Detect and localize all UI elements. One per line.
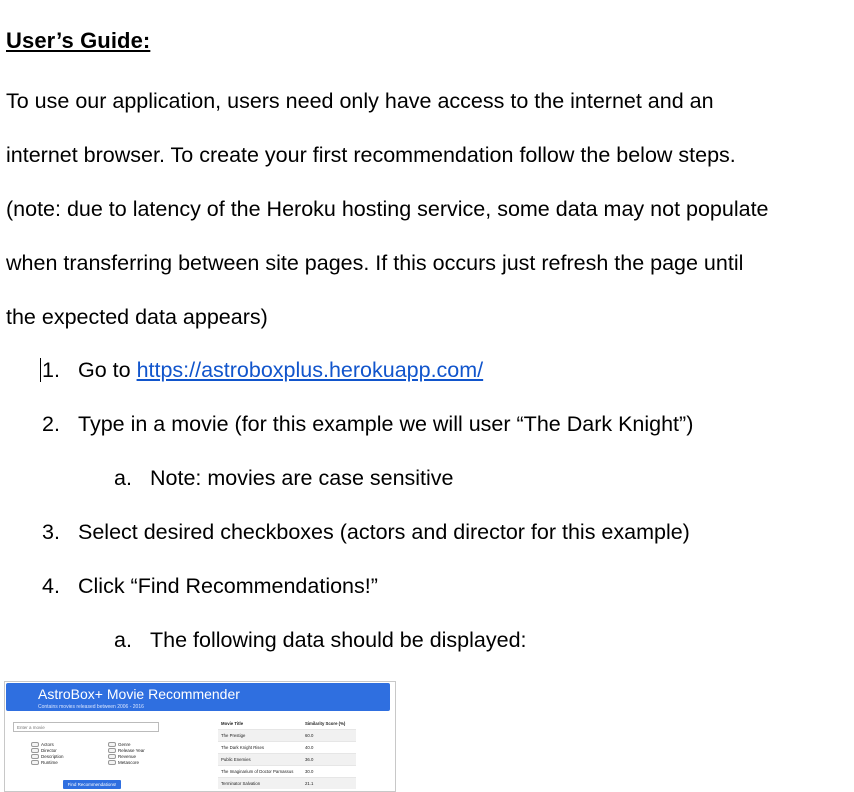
find-recommendations-button[interactable]: Find Recommendations! bbox=[63, 780, 121, 789]
app-subtitle: Contains movies released between 2006 - … bbox=[38, 704, 144, 710]
app-title: AstroBox+ Movie Recommender bbox=[38, 686, 240, 702]
column-header: Movie Title bbox=[221, 721, 244, 726]
table-row: The Dark Knight Rises 40.0 bbox=[218, 741, 356, 753]
checkbox-label: Genre bbox=[118, 742, 131, 747]
toggle-icon bbox=[31, 760, 39, 766]
score-cell: 40.0 bbox=[305, 745, 314, 750]
step-text: Type in a movie (for this example we wil… bbox=[78, 412, 694, 436]
score-cell: 21.1 bbox=[305, 781, 314, 786]
text-cursor bbox=[40, 358, 41, 382]
column-header: Similarity Score (%) bbox=[305, 721, 346, 726]
step-4a: a. The following data should be displayed… bbox=[114, 628, 527, 653]
step-4: 4. Click “Find Recommendations!” bbox=[42, 574, 378, 599]
app-banner: AstroBox+ Movie Recommender Contains mov… bbox=[6, 683, 390, 711]
step-2: 2. Type in a movie (for this example we w… bbox=[42, 412, 693, 437]
step-text: The following data should be displayed: bbox=[150, 628, 527, 652]
step-number: a. bbox=[114, 628, 132, 652]
movie-title-cell: The Dark Knight Rises bbox=[221, 745, 264, 750]
step-number: 3. bbox=[42, 520, 60, 544]
intro-line: To use our application, users need only … bbox=[6, 89, 714, 113]
step-1: 1. Go to https://astroboxplus.herokuapp.c… bbox=[42, 358, 483, 383]
step-number: 4. bbox=[42, 574, 60, 598]
movie-search-input[interactable]: Enter a movie bbox=[13, 722, 159, 732]
checkbox-label: Metascore bbox=[118, 760, 140, 765]
step-number: 1. bbox=[42, 358, 60, 382]
step-text: Go to bbox=[78, 358, 137, 382]
document-page: User’s Guide: To use our application, us… bbox=[0, 0, 854, 792]
page-heading: User’s Guide: bbox=[6, 28, 151, 53]
table-row: Public Enemies 36.0 bbox=[218, 753, 356, 765]
app-url-link[interactable]: https://astroboxplus.herokuapp.com/ bbox=[137, 358, 484, 382]
step-number: 2. bbox=[42, 412, 60, 436]
checkbox-runtime[interactable]: Runtime bbox=[31, 760, 58, 766]
table-row: The Prestige 60.0 bbox=[218, 729, 356, 741]
checkbox-label: Description bbox=[41, 754, 64, 759]
intro-line: internet browser. To create your first r… bbox=[6, 143, 736, 167]
score-cell: 60.0 bbox=[305, 733, 314, 738]
movie-title-cell: The Imaginarium of Doctor Parnassus bbox=[221, 769, 294, 774]
step-2a: a. Note: movies are case sensitive bbox=[114, 466, 454, 491]
intro-line: when transferring between site pages. If… bbox=[6, 251, 744, 275]
step-number: a. bbox=[114, 466, 132, 490]
toggle-icon bbox=[108, 742, 116, 748]
step-text: Click “Find Recommendations!” bbox=[78, 574, 378, 598]
toggle-icon bbox=[31, 742, 39, 748]
table-row: The Imaginarium of Doctor Parnassus 30.0 bbox=[218, 765, 356, 777]
checkbox-label: Runtime bbox=[41, 760, 58, 765]
checkbox-label: Director bbox=[41, 748, 57, 753]
toggle-icon bbox=[108, 754, 116, 760]
table-header-row: Movie Title Similarity Score (%) bbox=[218, 718, 356, 729]
score-cell: 36.0 bbox=[305, 757, 314, 762]
score-cell: 30.0 bbox=[305, 769, 314, 774]
toggle-icon bbox=[108, 748, 116, 754]
checkbox-label: Revenue bbox=[118, 754, 137, 759]
step-3: 3. Select desired checkboxes (actors and … bbox=[42, 520, 690, 545]
intro-line: the expected data appears) bbox=[6, 305, 268, 329]
movie-title-cell: The Prestige bbox=[221, 733, 246, 738]
step-text: Note: movies are case sensitive bbox=[150, 466, 454, 490]
movie-title-cell: Terminator Salvation bbox=[221, 781, 261, 786]
table-row: Terminator Salvation 21.1 bbox=[218, 777, 356, 789]
toggle-icon bbox=[108, 760, 116, 766]
movie-title-cell: Public Enemies bbox=[221, 757, 251, 762]
checkbox-label: Actors bbox=[41, 742, 54, 747]
checkbox-label: Release Year bbox=[118, 748, 145, 753]
checkbox-metascore[interactable]: Metascore bbox=[108, 760, 139, 766]
intro-line: (note: due to latency of the Heroku host… bbox=[6, 197, 769, 221]
results-table: Movie Title Similarity Score (%) The Pre… bbox=[218, 718, 356, 789]
step-text: Select desired checkboxes (actors and di… bbox=[78, 520, 690, 544]
app-screenshot: AstroBox+ Movie Recommender Contains mov… bbox=[4, 681, 396, 792]
toggle-icon bbox=[31, 748, 39, 754]
toggle-icon bbox=[31, 754, 39, 760]
